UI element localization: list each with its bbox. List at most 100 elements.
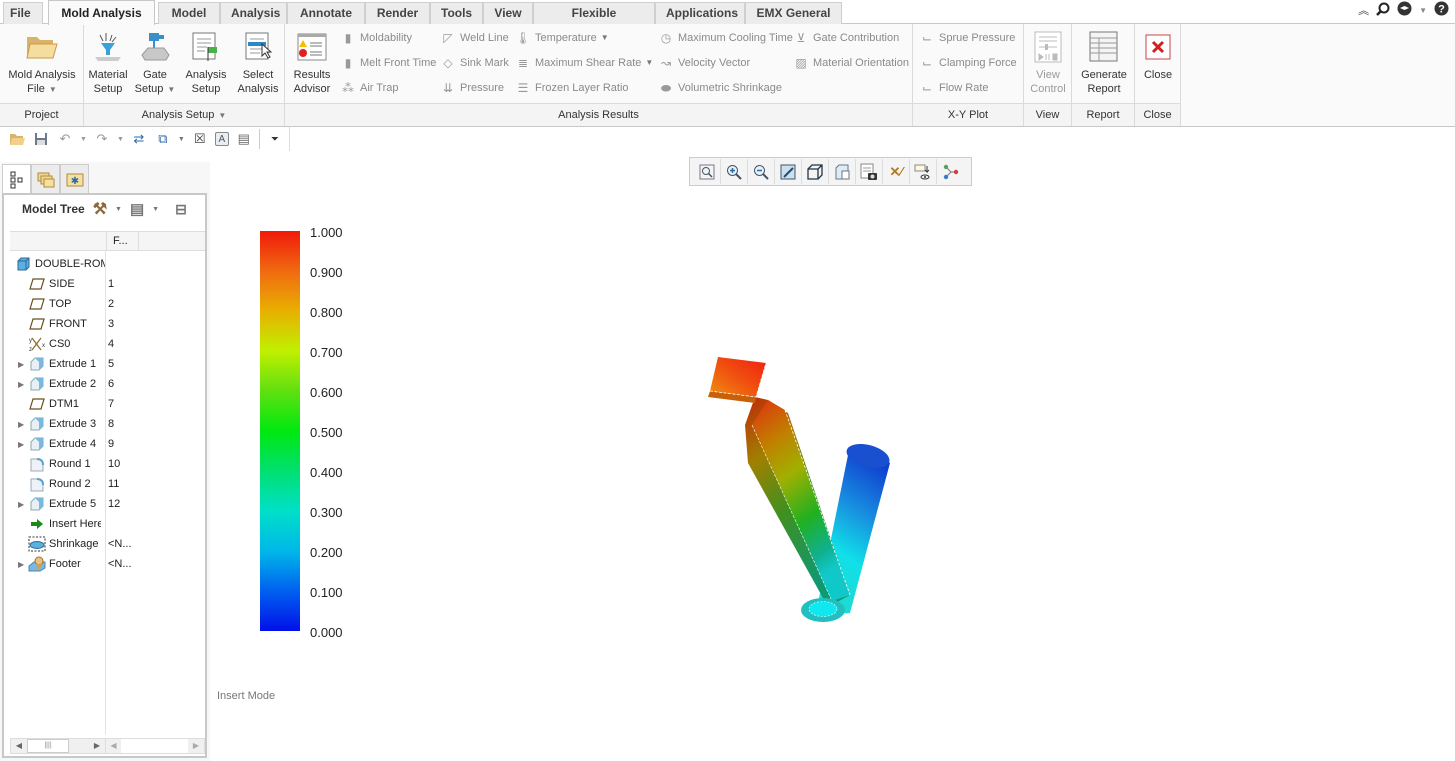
model-tree-tab[interactable]: [2, 164, 31, 194]
expand-arrow-icon[interactable]: ▶: [18, 360, 28, 369]
repaint-icon[interactable]: [775, 159, 802, 184]
zoom-in-icon[interactable]: [721, 159, 748, 184]
tab-applications[interactable]: Applications: [655, 2, 745, 24]
expand-arrow-icon[interactable]: ▶: [18, 420, 28, 429]
close-button[interactable]: Close: [1137, 30, 1179, 82]
tab-emx-general[interactable]: EMX General: [745, 2, 842, 24]
spin-center-icon[interactable]: [937, 159, 964, 184]
gate-contribution-button[interactable]: ⊻ Gate Contribution: [793, 29, 900, 47]
datum-display-icon[interactable]: ✕⁄: [883, 159, 910, 184]
tree-row[interactable]: DOUBLE-ROM/: [4, 254, 204, 274]
tab-render[interactable]: Render: [365, 2, 430, 24]
sprue-pressure-button[interactable]: ⌙ Sprue Pressure: [919, 29, 1015, 47]
tree-row[interactable]: ▶ Extrude 3 8: [4, 414, 204, 434]
tab-mold-analysis[interactable]: Mold Analysis: [48, 0, 155, 25]
help-icon[interactable]: ?: [1434, 1, 1449, 19]
properties-icon[interactable]: ▤: [235, 130, 253, 148]
redo-icon[interactable]: ↷: [93, 130, 111, 148]
analysis-setup-button[interactable]: Analysis Setup: [182, 30, 230, 96]
annotation-display-icon[interactable]: [910, 159, 937, 184]
customize-toolbar-icon[interactable]: ⏷: [266, 130, 284, 148]
tab-view[interactable]: View: [483, 2, 533, 24]
expand-arrow-icon[interactable]: ▶: [18, 500, 28, 509]
regenerate-icon[interactable]: ⇄: [130, 130, 148, 148]
expand-arrow-icon[interactable]: ▶: [18, 440, 28, 449]
mold-analysis-file-button[interactable]: Mold Analysis File ▼: [5, 30, 79, 97]
results-advisor-button[interactable]: Results Advisor: [289, 30, 335, 96]
select-analysis-button[interactable]: Select Analysis: [234, 30, 282, 96]
tree-row[interactable]: TOP 2: [4, 294, 204, 314]
tree-row[interactable]: y z x CS0 4: [4, 334, 204, 354]
favorites-tab[interactable]: ✱: [60, 164, 89, 194]
sink-mark-button[interactable]: ◇ Sink Mark: [440, 54, 509, 72]
display-style-icon[interactable]: [802, 159, 829, 184]
refit-icon[interactable]: [694, 159, 721, 184]
folder-browser-tab[interactable]: [31, 164, 60, 194]
expand-arrow-icon[interactable]: ▶: [18, 560, 28, 569]
tree-row[interactable]: ▶ Extrude 4 9: [4, 434, 204, 454]
clamping-force-button[interactable]: ⌙ Clamping Force: [919, 54, 1017, 72]
windows-icon[interactable]: ⧉: [154, 130, 172, 148]
tab-flexible-modeling[interactable]: Flexible Modeling: [533, 2, 655, 40]
material-orientation-button[interactable]: ▨ Material Orientation: [793, 54, 909, 72]
saved-orientations-icon[interactable]: [829, 159, 856, 184]
open-icon[interactable]: [8, 130, 26, 148]
frozen-layer-ratio-button[interactable]: ☰ Frozen Layer Ratio: [515, 79, 629, 97]
tree-row[interactable]: ▶ Extrude 2 6: [4, 374, 204, 394]
group-label-analysis-setup[interactable]: Analysis Setup ▼: [84, 103, 284, 126]
horizontal-scrollbar[interactable]: ◀ |||| ▶ ◀ ▶: [10, 738, 205, 754]
scroll-left-icon[interactable]: ◀: [11, 739, 27, 753]
tree-row[interactable]: Insert Here: [4, 514, 204, 534]
scroll-right-icon[interactable]: ▶: [188, 739, 204, 753]
settings-tools-icon[interactable]: ⚒: [93, 199, 107, 219]
learning-connector-icon[interactable]: [1397, 1, 1412, 19]
max-cooling-time-button[interactable]: ◷ Maximum Cooling Time: [658, 29, 793, 47]
save-icon[interactable]: [32, 130, 50, 148]
tab-tools[interactable]: Tools: [430, 2, 483, 24]
chevron-down-icon[interactable]: ▼: [178, 136, 185, 143]
tab-file[interactable]: File ▼: [3, 2, 43, 39]
weld-line-button[interactable]: ◸ Weld Line: [440, 29, 508, 47]
tree-row[interactable]: SIDE 1: [4, 274, 204, 294]
collapse-ribbon-icon[interactable]: ︽: [1358, 2, 1369, 18]
scroll-left-icon[interactable]: ◀: [105, 739, 121, 753]
scroll-right-icon[interactable]: ▶: [89, 739, 105, 753]
chevron-down-icon[interactable]: ▼: [115, 206, 122, 213]
search-icon[interactable]: [1376, 2, 1390, 19]
show-list-icon[interactable]: ▤: [130, 200, 144, 218]
tree-filter-icon[interactable]: ⊟: [175, 201, 187, 218]
chevron-down-icon[interactable]: ▼: [117, 136, 124, 143]
max-shear-rate-button[interactable]: ≣ Maximum Shear Rate ▼: [515, 54, 653, 72]
tree-row[interactable]: ▶ Footer <N...: [4, 554, 204, 574]
zoom-out-icon[interactable]: [748, 159, 775, 184]
tree-row[interactable]: Round 2 11: [4, 474, 204, 494]
melt-front-time-button[interactable]: ▮ Melt Front Time: [340, 54, 437, 72]
tree-column-feat-id[interactable]: F...: [107, 232, 139, 250]
volumetric-shrinkage-button[interactable]: ⬬ Volumetric Shrinkage: [658, 79, 782, 97]
velocity-vector-button[interactable]: ↝ Velocity Vector: [658, 54, 750, 72]
chevron-down-icon[interactable]: ▼: [80, 136, 87, 143]
tab-model[interactable]: Model: [158, 2, 220, 24]
view-control-button[interactable]: View Control: [1026, 30, 1070, 96]
mold-part-model[interactable]: [700, 345, 910, 635]
tab-analysis[interactable]: Analysis: [220, 2, 287, 24]
tree-row[interactable]: ▶ Extrude 1 5: [4, 354, 204, 374]
expand-arrow-icon[interactable]: ▶: [18, 380, 28, 389]
temperature-button[interactable]: 🌡 Temperature ▼: [515, 29, 608, 47]
air-trap-button[interactable]: ⁂ Air Trap: [340, 79, 399, 97]
flow-rate-button[interactable]: ⌙ Flow Rate: [919, 79, 989, 97]
pressure-button[interactable]: ⇊ Pressure: [440, 79, 504, 97]
tree-row[interactable]: ▶ Extrude 5 12: [4, 494, 204, 514]
material-setup-button[interactable]: Material Setup: [87, 30, 129, 96]
view-manager-icon[interactable]: [856, 159, 883, 184]
scroll-thumb[interactable]: ||||: [27, 739, 69, 753]
annotation-icon[interactable]: A: [214, 132, 229, 146]
undo-icon[interactable]: ↶: [56, 130, 74, 148]
tab-annotate[interactable]: Annotate: [287, 2, 365, 24]
chevron-down-icon[interactable]: ▼: [1419, 6, 1427, 15]
gate-setup-button[interactable]: Gate Setup ▼: [132, 30, 178, 97]
tree-row[interactable]: Round 1 10: [4, 454, 204, 474]
tree-row[interactable]: DTM1 7: [4, 394, 204, 414]
tree-row[interactable]: Shrinkage <N...: [4, 534, 204, 554]
tree-column-name[interactable]: [10, 232, 107, 250]
